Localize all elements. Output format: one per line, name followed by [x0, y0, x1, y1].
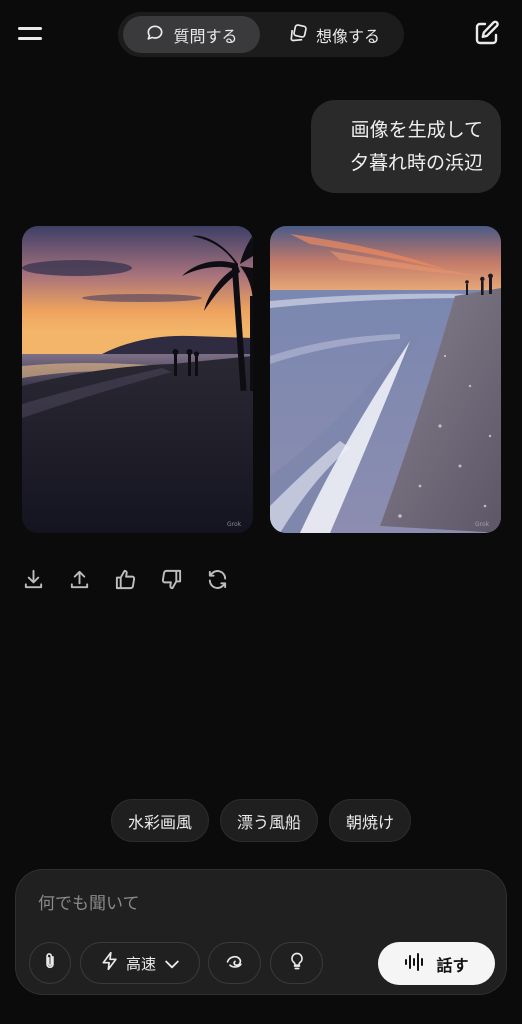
suggestion-chip[interactable]: 朝焼け — [329, 799, 412, 842]
like-button[interactable] — [114, 568, 137, 591]
menu-icon-line — [18, 37, 42, 40]
generated-image-1[interactable]: Grok — [22, 226, 253, 533]
tab-imagine-label: 想像する — [315, 26, 380, 46]
user-message-line: 画像を生成して — [350, 119, 483, 141]
download-icon — [22, 569, 45, 595]
deep-search-button[interactable] — [208, 942, 261, 984]
regenerate-button[interactable] — [206, 568, 229, 591]
lightning-icon — [100, 951, 120, 975]
swirl-icon — [225, 951, 245, 975]
chat-bubble-icon — [145, 23, 165, 47]
watermark: Grok — [227, 521, 242, 528]
new-chat-button[interactable] — [472, 18, 502, 48]
talk-button[interactable]: 話す — [378, 942, 495, 985]
message-actions — [22, 568, 229, 591]
watermark: Grok — [475, 521, 490, 528]
menu-button[interactable] — [16, 22, 44, 46]
image-stack-icon — [288, 23, 308, 47]
audio-wave-icon — [404, 952, 426, 976]
tab-ask-label: 質問する — [173, 26, 238, 46]
dislike-button[interactable] — [160, 568, 183, 591]
thumbs-down-icon — [160, 569, 183, 595]
user-message-line: 夕暮れ時の浜辺 — [349, 152, 483, 174]
suggestion-chip[interactable]: 水彩画風 — [110, 799, 209, 842]
generated-image-2[interactable]: Grok — [270, 226, 501, 533]
refresh-icon — [206, 570, 229, 595]
paperclip-icon — [40, 951, 60, 975]
tab-imagine[interactable]: 想像する — [272, 16, 396, 53]
talk-label: 話す — [436, 955, 469, 975]
chevron-down-icon — [162, 954, 180, 972]
edit-icon — [472, 20, 502, 52]
download-button[interactable] — [22, 568, 45, 591]
thumbs-up-icon — [114, 569, 137, 595]
lightbulb-icon — [287, 951, 307, 975]
message-input[interactable] — [36, 888, 480, 920]
composer: 高速 — [15, 869, 507, 995]
share-icon — [68, 570, 91, 595]
tab-ask[interactable]: 質問する — [123, 16, 260, 53]
model-selector[interactable]: 高速 — [80, 942, 200, 984]
share-button[interactable] — [68, 568, 91, 591]
menu-icon-line — [18, 27, 42, 30]
suggestion-list: 水彩画風 漂う風船 朝焼け — [0, 799, 522, 842]
user-message-bubble: 画像を生成して 夕暮れ時の浜辺 — [311, 100, 501, 193]
mode-switch: 質問する 想像する — [118, 12, 404, 57]
app-screen: 質問する 想像する 画像を生成して 夕暮れ時の浜辺 Grok Grok 水彩画風… — [0, 0, 522, 1024]
attach-button[interactable] — [29, 942, 71, 984]
model-label: 高速 — [125, 954, 156, 973]
suggestion-chip[interactable]: 漂う風船 — [219, 799, 318, 842]
think-button[interactable] — [270, 942, 323, 984]
